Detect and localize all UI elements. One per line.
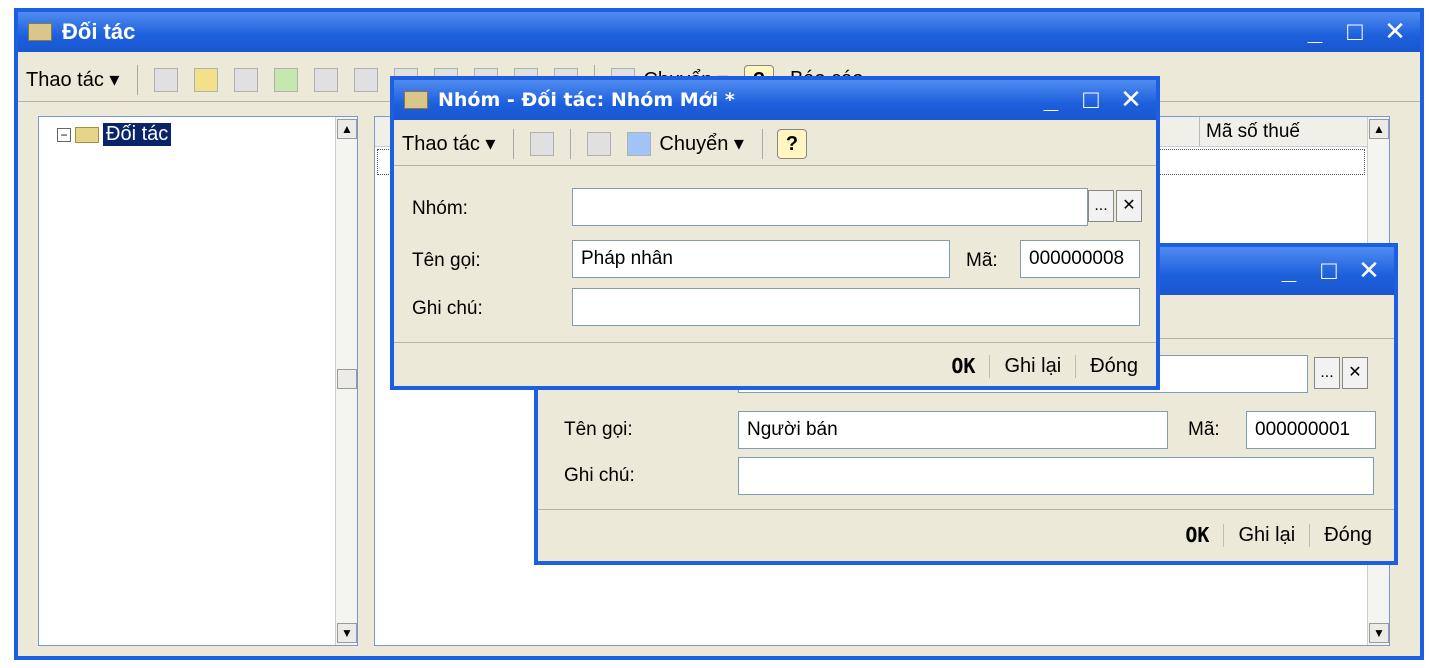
group-icon xyxy=(404,91,428,109)
front-actions-menu[interactable]: Thao tác ▾ xyxy=(402,131,495,156)
front-dialog-toolbar: Thao tác ▾ Chuyển ▾ ? xyxy=(394,122,1156,166)
close-button[interactable]: ✕ xyxy=(1356,255,1382,285)
main-window-title: Đối tác xyxy=(62,19,136,44)
main-title-bar[interactable]: Đối tác _ □ ✕ xyxy=(18,12,1420,52)
note-input[interactable] xyxy=(572,288,1140,326)
minimize-button[interactable]: _ xyxy=(1276,255,1302,285)
scroll-down-icon[interactable]: ▼ xyxy=(337,623,357,643)
clear-button[interactable]: ✕ xyxy=(1116,190,1142,222)
maximize-button[interactable]: □ xyxy=(1342,16,1368,46)
front-move-menu[interactable]: Chuyển ▾ xyxy=(659,131,744,156)
toolbar-separator xyxy=(761,128,763,159)
code-input[interactable]: 000000008 xyxy=(1020,240,1140,278)
folder-icon xyxy=(75,126,99,143)
back-code-label: Mã: xyxy=(1188,419,1220,440)
delete-icon[interactable] xyxy=(314,67,339,92)
minimize-button[interactable]: _ xyxy=(1302,16,1328,46)
help-icon[interactable]: ? xyxy=(776,128,807,159)
back-name-label: Tên gọi: xyxy=(564,419,633,440)
actions-menu[interactable]: Thao tác ▾ xyxy=(26,67,119,92)
close-button[interactable]: ✕ xyxy=(1118,84,1144,114)
back-name-input[interactable]: Người bán xyxy=(738,411,1168,449)
back-clear-button[interactable]: ✕ xyxy=(1342,357,1368,389)
close-button[interactable]: ✕ xyxy=(1382,16,1408,46)
back-code-input[interactable]: 000000001 xyxy=(1246,411,1376,449)
folder-up-icon[interactable] xyxy=(354,67,379,92)
front-dialog-title: Nhóm - Đối tác: Nhóm Mới * xyxy=(438,89,735,111)
front-footer-buttons: OK Ghi lại Đóng xyxy=(937,354,1152,378)
tree-root[interactable]: − Đối tác xyxy=(57,123,172,146)
close-dialog-button[interactable]: Đóng xyxy=(1075,354,1152,378)
tree-panel: − Đối tác ▲ ▼ xyxy=(38,116,358,646)
back-footer-buttons: OK Ghi lại Đóng xyxy=(1171,523,1386,547)
minimize-button[interactable]: _ xyxy=(1038,84,1064,114)
back-ok-button[interactable]: OK xyxy=(1171,523,1223,547)
back-note-input[interactable] xyxy=(738,457,1374,495)
scroll-down-icon[interactable]: ▼ xyxy=(1369,623,1389,643)
group-input[interactable] xyxy=(572,188,1088,226)
maximize-button[interactable]: □ xyxy=(1316,255,1342,285)
back-note-label: Ghi chú: xyxy=(564,465,635,486)
front-dialog: Nhóm - Đối tác: Nhóm Mới * _ □ ✕ Thao tá… xyxy=(390,76,1160,390)
select-button[interactable]: ... xyxy=(1088,190,1114,222)
copy-icon[interactable] xyxy=(234,67,259,92)
collapse-icon[interactable]: − xyxy=(57,127,71,142)
column-header-tax-code[interactable]: Mã số thuế xyxy=(1199,117,1367,147)
add-folder-icon[interactable] xyxy=(194,67,219,92)
code-label: Mã: xyxy=(966,250,998,271)
back-arrow-icon[interactable] xyxy=(530,131,555,156)
add-item-icon[interactable] xyxy=(154,67,179,92)
name-label: Tên gọi: xyxy=(412,250,481,271)
ok-button[interactable]: OK xyxy=(937,354,989,378)
toolbar-separator xyxy=(513,128,515,159)
save-button[interactable]: Ghi lại xyxy=(989,354,1075,378)
name-input[interactable]: Pháp nhân xyxy=(572,240,950,278)
note-label: Ghi chú: xyxy=(412,298,483,319)
scroll-up-icon[interactable]: ▲ xyxy=(337,119,357,139)
toolbar-separator xyxy=(570,128,572,159)
front-dialog-title-bar[interactable]: Nhóm - Đối tác: Nhóm Mới * _ □ ✕ xyxy=(394,80,1156,120)
edit-icon[interactable] xyxy=(274,67,299,92)
maximize-button[interactable]: □ xyxy=(1078,84,1104,114)
move-icon[interactable] xyxy=(627,131,652,156)
toolbar-separator xyxy=(137,64,139,95)
properties-icon[interactable] xyxy=(587,131,612,156)
tree-root-label[interactable]: Đối tác xyxy=(103,123,172,146)
back-close-button[interactable]: Đóng xyxy=(1309,523,1386,547)
scroll-up-icon[interactable]: ▲ xyxy=(1369,119,1389,139)
back-select-button[interactable]: ... xyxy=(1314,357,1340,389)
partners-icon xyxy=(28,23,52,41)
tree-scrollbar[interactable]: ▲ ▼ xyxy=(335,117,357,645)
group-label: Nhóm: xyxy=(412,198,468,219)
scroll-thumb[interactable] xyxy=(337,369,357,389)
back-save-button[interactable]: Ghi lại xyxy=(1223,523,1309,547)
